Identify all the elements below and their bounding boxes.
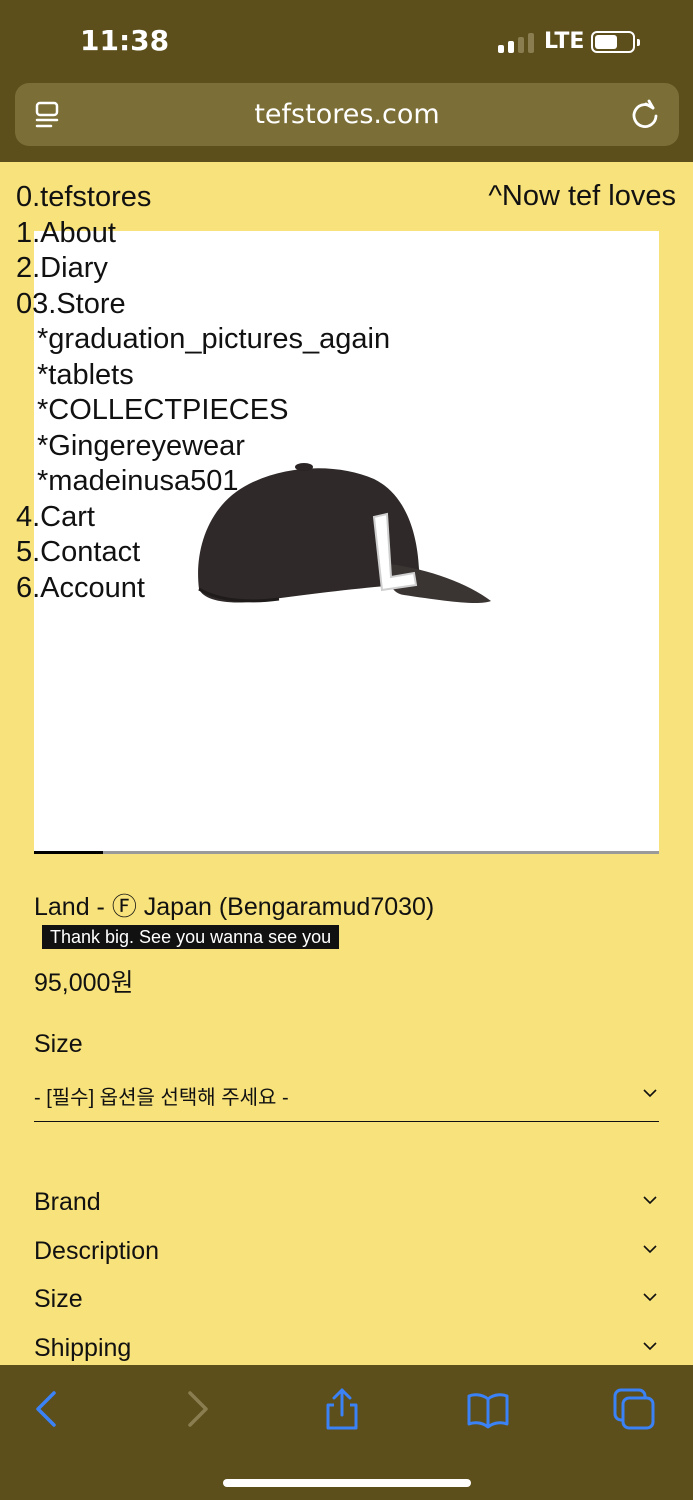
site-nav: 0.tefstores 1.About 2.Diary 03.Store *gr… (16, 180, 390, 606)
accordion-label: Brand (34, 1188, 101, 1216)
network-label: LTE (544, 29, 585, 54)
chevron-down-icon (643, 1342, 657, 1351)
back-icon[interactable] (24, 1387, 68, 1431)
signal-icon (498, 31, 538, 53)
size-select[interactable]: - [필수] 옵션을 선택해 주세요 - (34, 1076, 659, 1122)
nav-item-home[interactable]: 0.tefstores (16, 180, 390, 216)
product-price: 95,000원 (34, 969, 134, 997)
chevron-down-icon (643, 1245, 657, 1254)
share-icon[interactable] (320, 1387, 364, 1431)
nav-item-account[interactable]: 6.Account (16, 571, 390, 607)
chevron-down-icon (643, 1196, 657, 1205)
product-tagline: Thank big. See you wanna see you (42, 925, 340, 949)
now-tef-loves-link[interactable]: ^Now tef loves (488, 180, 676, 213)
chevron-down-icon (643, 1293, 657, 1302)
store-sub-graduation[interactable]: *graduation_pictures_again (16, 322, 390, 358)
accordion-size[interactable]: Size (34, 1285, 659, 1325)
store-sub-madeinusa[interactable]: *madeinusa501 (16, 464, 390, 500)
tabs-icon[interactable] (612, 1387, 656, 1431)
accordion-label: Size (34, 1285, 83, 1313)
accordion-label: Shipping (34, 1334, 132, 1362)
address-bar[interactable]: tefstores.com (15, 83, 679, 146)
home-indicator (223, 1479, 471, 1487)
store-sub-gingereyewear[interactable]: *Gingereyewear (16, 429, 390, 465)
chevron-down-icon (643, 1089, 657, 1098)
nav-item-contact[interactable]: 5.Contact (16, 535, 390, 571)
reload-icon[interactable] (629, 98, 661, 130)
nav-item-store[interactable]: 03.Store (16, 287, 390, 323)
accordion-brand[interactable]: Brand (34, 1188, 659, 1228)
product-name: Land - Ⓕ Japan (Bengaramud7030) (34, 893, 435, 921)
accordion-label: Description (34, 1237, 160, 1265)
size-label: Size (34, 1030, 83, 1058)
browser-chrome: 11:38 LTE tefstores.com (0, 0, 693, 162)
accordion-description[interactable]: Description (34, 1237, 659, 1277)
store-sub-collectpieces[interactable]: *COLLECTPIECES (16, 393, 390, 429)
store-sub-tablets[interactable]: *tablets (16, 358, 390, 394)
battery-icon (591, 31, 640, 53)
url-text[interactable]: tefstores.com (15, 99, 679, 130)
forward-icon[interactable] (176, 1387, 220, 1431)
nav-item-cart[interactable]: 4.Cart (16, 500, 390, 536)
bookmarks-icon[interactable] (466, 1387, 510, 1431)
size-select-placeholder: - [필수] 옵션을 선택해 주세요 - (34, 1087, 289, 1109)
nav-item-diary[interactable]: 2.Diary (16, 251, 390, 287)
nav-item-about[interactable]: 1.About (16, 216, 390, 252)
status-time: 11:38 (80, 24, 170, 57)
